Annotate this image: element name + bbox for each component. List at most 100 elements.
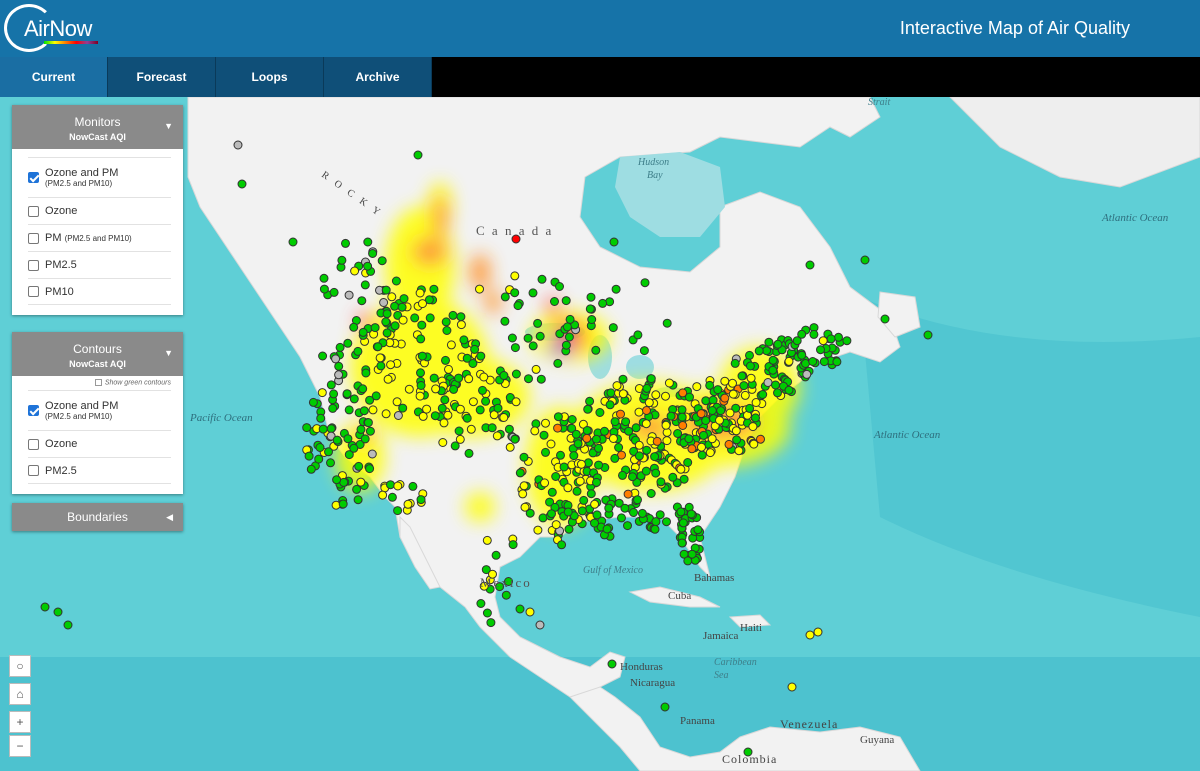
monitor-dot[interactable]	[623, 521, 632, 531]
monitor-dot[interactable]	[486, 618, 496, 628]
monitor-dot[interactable]	[365, 464, 375, 474]
monitor-dot[interactable]	[684, 434, 694, 444]
tab-current[interactable]: Current	[0, 57, 108, 97]
monitor-dot[interactable]	[641, 466, 651, 476]
monitor-dot[interactable]	[540, 478, 550, 488]
monitor-dot[interactable]	[513, 301, 523, 311]
monitor-dot[interactable]	[640, 278, 650, 288]
monitor-dot[interactable]	[413, 150, 423, 160]
monitor-dot[interactable]	[500, 316, 510, 326]
monitor-option-pm25[interactable]: PM2.5	[28, 251, 171, 278]
monitor-dot[interactable]	[557, 540, 567, 550]
tab-forecast[interactable]: Forecast	[108, 57, 216, 97]
monitor-dot[interactable]	[805, 260, 815, 270]
monitor-dot[interactable]	[511, 397, 521, 407]
monitor-dot[interactable]	[415, 391, 425, 401]
monitor-dot[interactable]	[342, 389, 352, 399]
monitor-dot[interactable]	[431, 384, 441, 394]
monitor-dot[interactable]	[378, 490, 388, 500]
monitor-dot[interactable]	[673, 429, 683, 438]
monitor-dot[interactable]	[687, 549, 697, 559]
monitor-dot[interactable]	[707, 434, 717, 444]
monitor-dot[interactable]	[537, 274, 547, 284]
monitor-dot[interactable]	[541, 418, 550, 428]
monitor-dot[interactable]	[481, 396, 491, 406]
monitor-dot[interactable]	[332, 435, 342, 445]
monitor-dot[interactable]	[634, 451, 644, 461]
monitor-dot[interactable]	[716, 406, 726, 416]
monitor-dot[interactable]	[611, 284, 621, 294]
monitor-dot[interactable]	[614, 443, 624, 452]
monitor-dot[interactable]	[352, 484, 362, 494]
monitor-dot[interactable]	[416, 381, 426, 390]
monitor-dot[interactable]	[430, 411, 440, 421]
monitor-dot[interactable]	[449, 384, 459, 394]
monitor-dot[interactable]	[318, 351, 328, 361]
monitor-dot[interactable]	[605, 400, 615, 410]
monitor-dot[interactable]	[470, 344, 480, 354]
monitor-dot[interactable]	[410, 313, 420, 323]
monitor-dot[interactable]	[381, 317, 391, 327]
monitor-dot[interactable]	[363, 261, 373, 271]
monitor-dot[interactable]	[437, 403, 447, 413]
monitor-dot[interactable]	[386, 360, 396, 370]
monitor-dot[interactable]	[361, 368, 371, 378]
monitor-dot[interactable]	[508, 540, 518, 550]
monitor-dot[interactable]	[356, 477, 366, 487]
monitor-dot[interactable]	[328, 403, 338, 413]
monitor-dot[interactable]	[646, 489, 656, 498]
monitor-dot[interactable]	[621, 417, 631, 427]
monitor-dot[interactable]	[515, 468, 525, 478]
monitor-dot[interactable]	[664, 378, 674, 388]
monitor-dot[interactable]	[564, 332, 574, 342]
monitor-dot[interactable]	[360, 434, 370, 444]
monitor-dot[interactable]	[535, 620, 545, 630]
monitor-dot[interactable]	[439, 418, 449, 428]
monitor-dot[interactable]	[678, 518, 688, 528]
monitor-dot[interactable]	[683, 458, 693, 467]
monitor-dot[interactable]	[317, 388, 327, 398]
checkbox-icon[interactable]	[28, 232, 39, 244]
monitor-dot[interactable]	[475, 405, 485, 415]
monitor-dot[interactable]	[383, 374, 393, 384]
monitor-dot[interactable]	[642, 406, 651, 415]
monitor-dot[interactable]	[375, 353, 385, 363]
monitor-dot[interactable]	[382, 309, 392, 319]
monitor-dot[interactable]	[525, 607, 535, 617]
monitor-dot[interactable]	[609, 237, 619, 247]
monitor-dot[interactable]	[359, 406, 369, 416]
monitor-dot[interactable]	[326, 380, 336, 390]
monitor-dot[interactable]	[363, 237, 373, 247]
monitor-dot[interactable]	[608, 434, 618, 443]
monitor-dot[interactable]	[773, 339, 783, 349]
monitor-dot[interactable]	[443, 410, 453, 420]
monitor-dot[interactable]	[739, 381, 749, 391]
monitor-dot[interactable]	[332, 475, 342, 485]
monitor-dot[interactable]	[642, 383, 652, 393]
monitor-dot[interactable]	[737, 371, 747, 381]
monitor-dot[interactable]	[40, 602, 50, 612]
monitor-dot[interactable]	[561, 340, 571, 350]
monitor-option-pm10[interactable]: PM10	[28, 278, 171, 305]
checkbox-icon[interactable]	[28, 259, 39, 271]
monitor-dot[interactable]	[417, 351, 427, 361]
monitor-dot[interactable]	[740, 390, 750, 400]
monitor-dot[interactable]	[442, 326, 452, 335]
monitor-dot[interactable]	[429, 284, 439, 294]
monitor-dot[interactable]	[816, 345, 825, 355]
monitor-dot[interactable]	[808, 357, 818, 366]
monitor-dot[interactable]	[504, 424, 514, 434]
monitor-dot[interactable]	[376, 361, 386, 371]
monitor-dot[interactable]	[677, 405, 687, 415]
monitor-dot[interactable]	[349, 443, 359, 453]
monitor-dot[interactable]	[358, 327, 368, 337]
monitor-dot[interactable]	[440, 395, 450, 405]
monitor-dot[interactable]	[308, 397, 318, 407]
monitor-dot[interactable]	[561, 296, 571, 306]
monitor-dot[interactable]	[592, 477, 601, 487]
monitor-dot[interactable]	[553, 423, 563, 433]
monitor-dot[interactable]	[528, 341, 538, 351]
monitor-dot[interactable]	[784, 356, 794, 366]
monitor-dot[interactable]	[624, 426, 634, 436]
monitor-dot[interactable]	[553, 412, 563, 422]
